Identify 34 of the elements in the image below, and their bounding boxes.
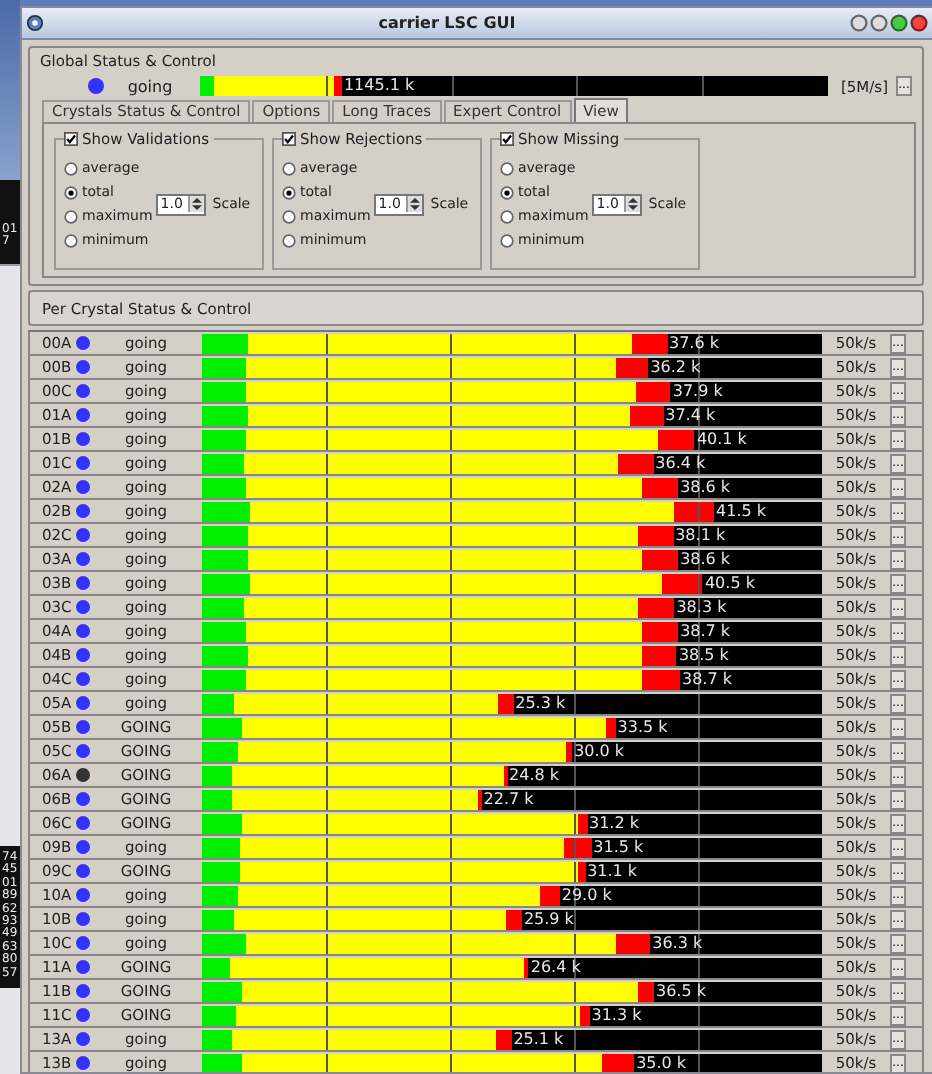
bar-value: 24.8 k: [507, 765, 560, 785]
bar-value: 31.5 k: [591, 837, 644, 857]
window-title: carrier LSC GUI: [376, 14, 518, 32]
bar-value: 37.6 k: [667, 333, 719, 353]
bar-value: 38.6 k: [678, 477, 731, 497]
bar-value: 1145.1 k: [341, 76, 415, 96]
bar-value: 33.5 k: [615, 717, 668, 737]
bar-value: 30.0 k: [572, 741, 625, 761]
bar-value: 25.1 k: [511, 1029, 564, 1049]
bar-value: 36.5 k: [653, 981, 706, 1001]
bar-value: 37.9 k: [670, 381, 723, 401]
bar-value: 36.2 k: [648, 357, 701, 377]
bar-value: 36.3 k: [650, 933, 703, 953]
bar-value: 37.4 k: [663, 405, 716, 425]
bar-value: 22.7 k: [481, 789, 534, 809]
bar-value: 26.4 k: [528, 957, 581, 977]
bar-value: 40.5 k: [702, 573, 755, 593]
bar-value: 38.1 k: [673, 525, 726, 545]
bar-value: 40.1 k: [694, 429, 747, 449]
bar-value: 25.3 k: [513, 693, 566, 713]
bar-value: 31.3 k: [589, 1005, 642, 1025]
bar-value: 31.2 k: [587, 813, 639, 833]
bar-value: 36.4 k: [653, 453, 706, 473]
bar-value: 41.5 k: [714, 501, 767, 521]
bar-value: 29.0 k: [559, 885, 612, 905]
bar-value: 38.7 k: [678, 621, 731, 641]
status-text: going: [125, 77, 175, 95]
bar-value: 25.9 k: [521, 909, 574, 929]
bar-value: 35.0 k: [634, 1053, 687, 1072]
bar-value: 31.1 k: [585, 861, 638, 881]
bar-value: 38.7 k: [680, 669, 732, 689]
bar-value: 38.6 k: [678, 549, 731, 569]
bar-value: 38.3 k: [674, 597, 727, 617]
bar-value: 38.5 k: [676, 645, 729, 665]
